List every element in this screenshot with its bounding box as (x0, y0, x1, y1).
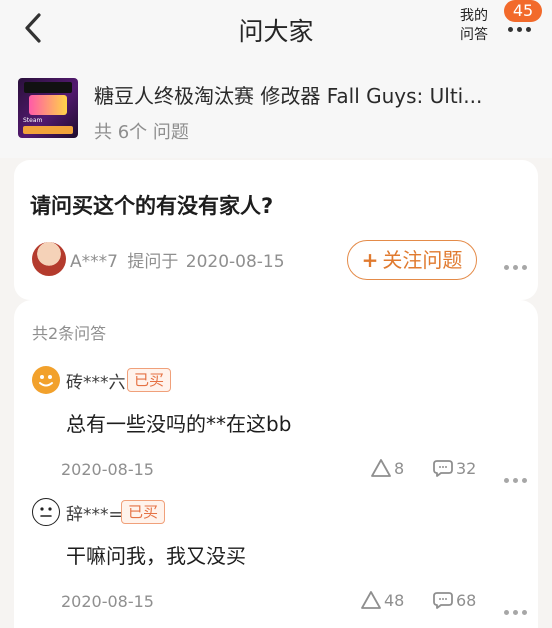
more-icon-dot (513, 478, 518, 483)
answer-item: 砖***六 已买 总有一些没吗的**在这bb 2020-08-15 8 32 (14, 366, 538, 486)
like-button[interactable]: 48 (360, 590, 404, 610)
more-icon-dot (504, 610, 509, 615)
more-icon-dot (513, 265, 518, 270)
question-text: 请问买这个的有没有家人? (30, 194, 274, 218)
like-button[interactable]: 8 (370, 458, 404, 478)
comment-icon (433, 460, 453, 477)
more-icon-dot (513, 610, 518, 615)
follow-question-label: 关注问题 (382, 248, 463, 272)
question-card: 请问买这个的有没有家人? A***7 提问于 2020-08-15 + 关注问题 (14, 160, 538, 300)
more-icon-dot (522, 610, 527, 615)
asked-date: 2020-08-15 (185, 252, 285, 272)
more-icon-dot (504, 265, 509, 270)
more-icon-dot (525, 27, 531, 32)
more-icon-dot (507, 27, 513, 32)
purchased-tag: 已买 (121, 500, 166, 524)
asked-prefix: 提问于 (127, 252, 179, 272)
comment-count: 68 (456, 591, 477, 610)
message-count-badge: 45 (504, 0, 542, 22)
asker-meta: A***7 提问于 2020-08-15 (70, 247, 285, 272)
thumbnail-title-bar (24, 82, 72, 93)
purchased-tag: 已买 (127, 368, 172, 392)
answer-user-name: 砖***六 (66, 373, 126, 393)
more-icon-dot (522, 265, 527, 270)
triangle-like-icon (371, 459, 391, 477)
back-icon (25, 13, 41, 43)
thumbnail-game-art (29, 95, 67, 115)
product-thumbnail: Steam (18, 78, 78, 138)
answer-date: 2020-08-15 (61, 592, 154, 611)
like-count: 48 (384, 591, 405, 610)
my-questions-label: 我的 问答 (460, 8, 488, 43)
answer-text: 干嘛问我，我又没买 (66, 544, 246, 568)
question-more-button[interactable] (502, 255, 532, 270)
page: 问大家 我的 问答 45 Steam 糖豆人终极淘汰赛 修改器 Fall Guy… (0, 0, 552, 628)
follow-question-button[interactable]: + 关注问题 (347, 240, 477, 280)
comment-icon (433, 592, 453, 609)
answers-count: 共2条问答 (32, 324, 107, 343)
answer-item: 辞***= 已买 干嘛问我，我又没买 2020-08-15 48 68 (14, 498, 538, 618)
more-icon-dot (522, 478, 527, 483)
comment-count: 32 (456, 459, 477, 478)
answer-text: 总有一些没吗的**在这bb (66, 412, 292, 436)
like-count: 8 (394, 459, 405, 478)
asker-name: A***7 (70, 252, 118, 272)
thumbnail-footer-bar (23, 126, 73, 134)
plus-icon: + (361, 248, 379, 272)
sketch-avatar-icon (40, 507, 52, 517)
answer-date: 2020-08-15 (61, 460, 154, 479)
more-menu-button[interactable] (502, 20, 536, 36)
triangle-like-icon (361, 591, 381, 609)
user-avatar (32, 366, 60, 394)
thumbnail-steam-logo: Steam (23, 117, 43, 124)
product-question-count: 共 6个 问题 (94, 122, 189, 143)
smile-avatar-icon (39, 375, 53, 387)
more-icon-dot (516, 27, 522, 32)
comment-button[interactable]: 68 (432, 590, 476, 610)
answer-user-name: 辞***= (66, 505, 123, 525)
top-navigation-bar: 问大家 我的 问答 45 (0, 0, 552, 60)
more-icon-dot (504, 478, 509, 483)
answer-more-button[interactable] (502, 468, 532, 483)
asker-avatar (32, 242, 66, 276)
answers-section: 共2条问答 砖***六 已买 总有一些没吗的**在这bb 2020-08-15 … (14, 300, 538, 628)
user-avatar (32, 498, 60, 526)
back-button[interactable] (18, 10, 48, 46)
product-title: 糖豆人终极淘汰赛 修改器 Fall Guys: Ulti... (94, 84, 483, 108)
my-questions-button[interactable]: 我的 问答 (452, 7, 496, 45)
answer-more-button[interactable] (502, 600, 532, 615)
product-summary[interactable]: Steam 糖豆人终极淘汰赛 修改器 Fall Guys: Ulti... 共 … (0, 60, 552, 158)
comment-button[interactable]: 32 (432, 458, 476, 478)
